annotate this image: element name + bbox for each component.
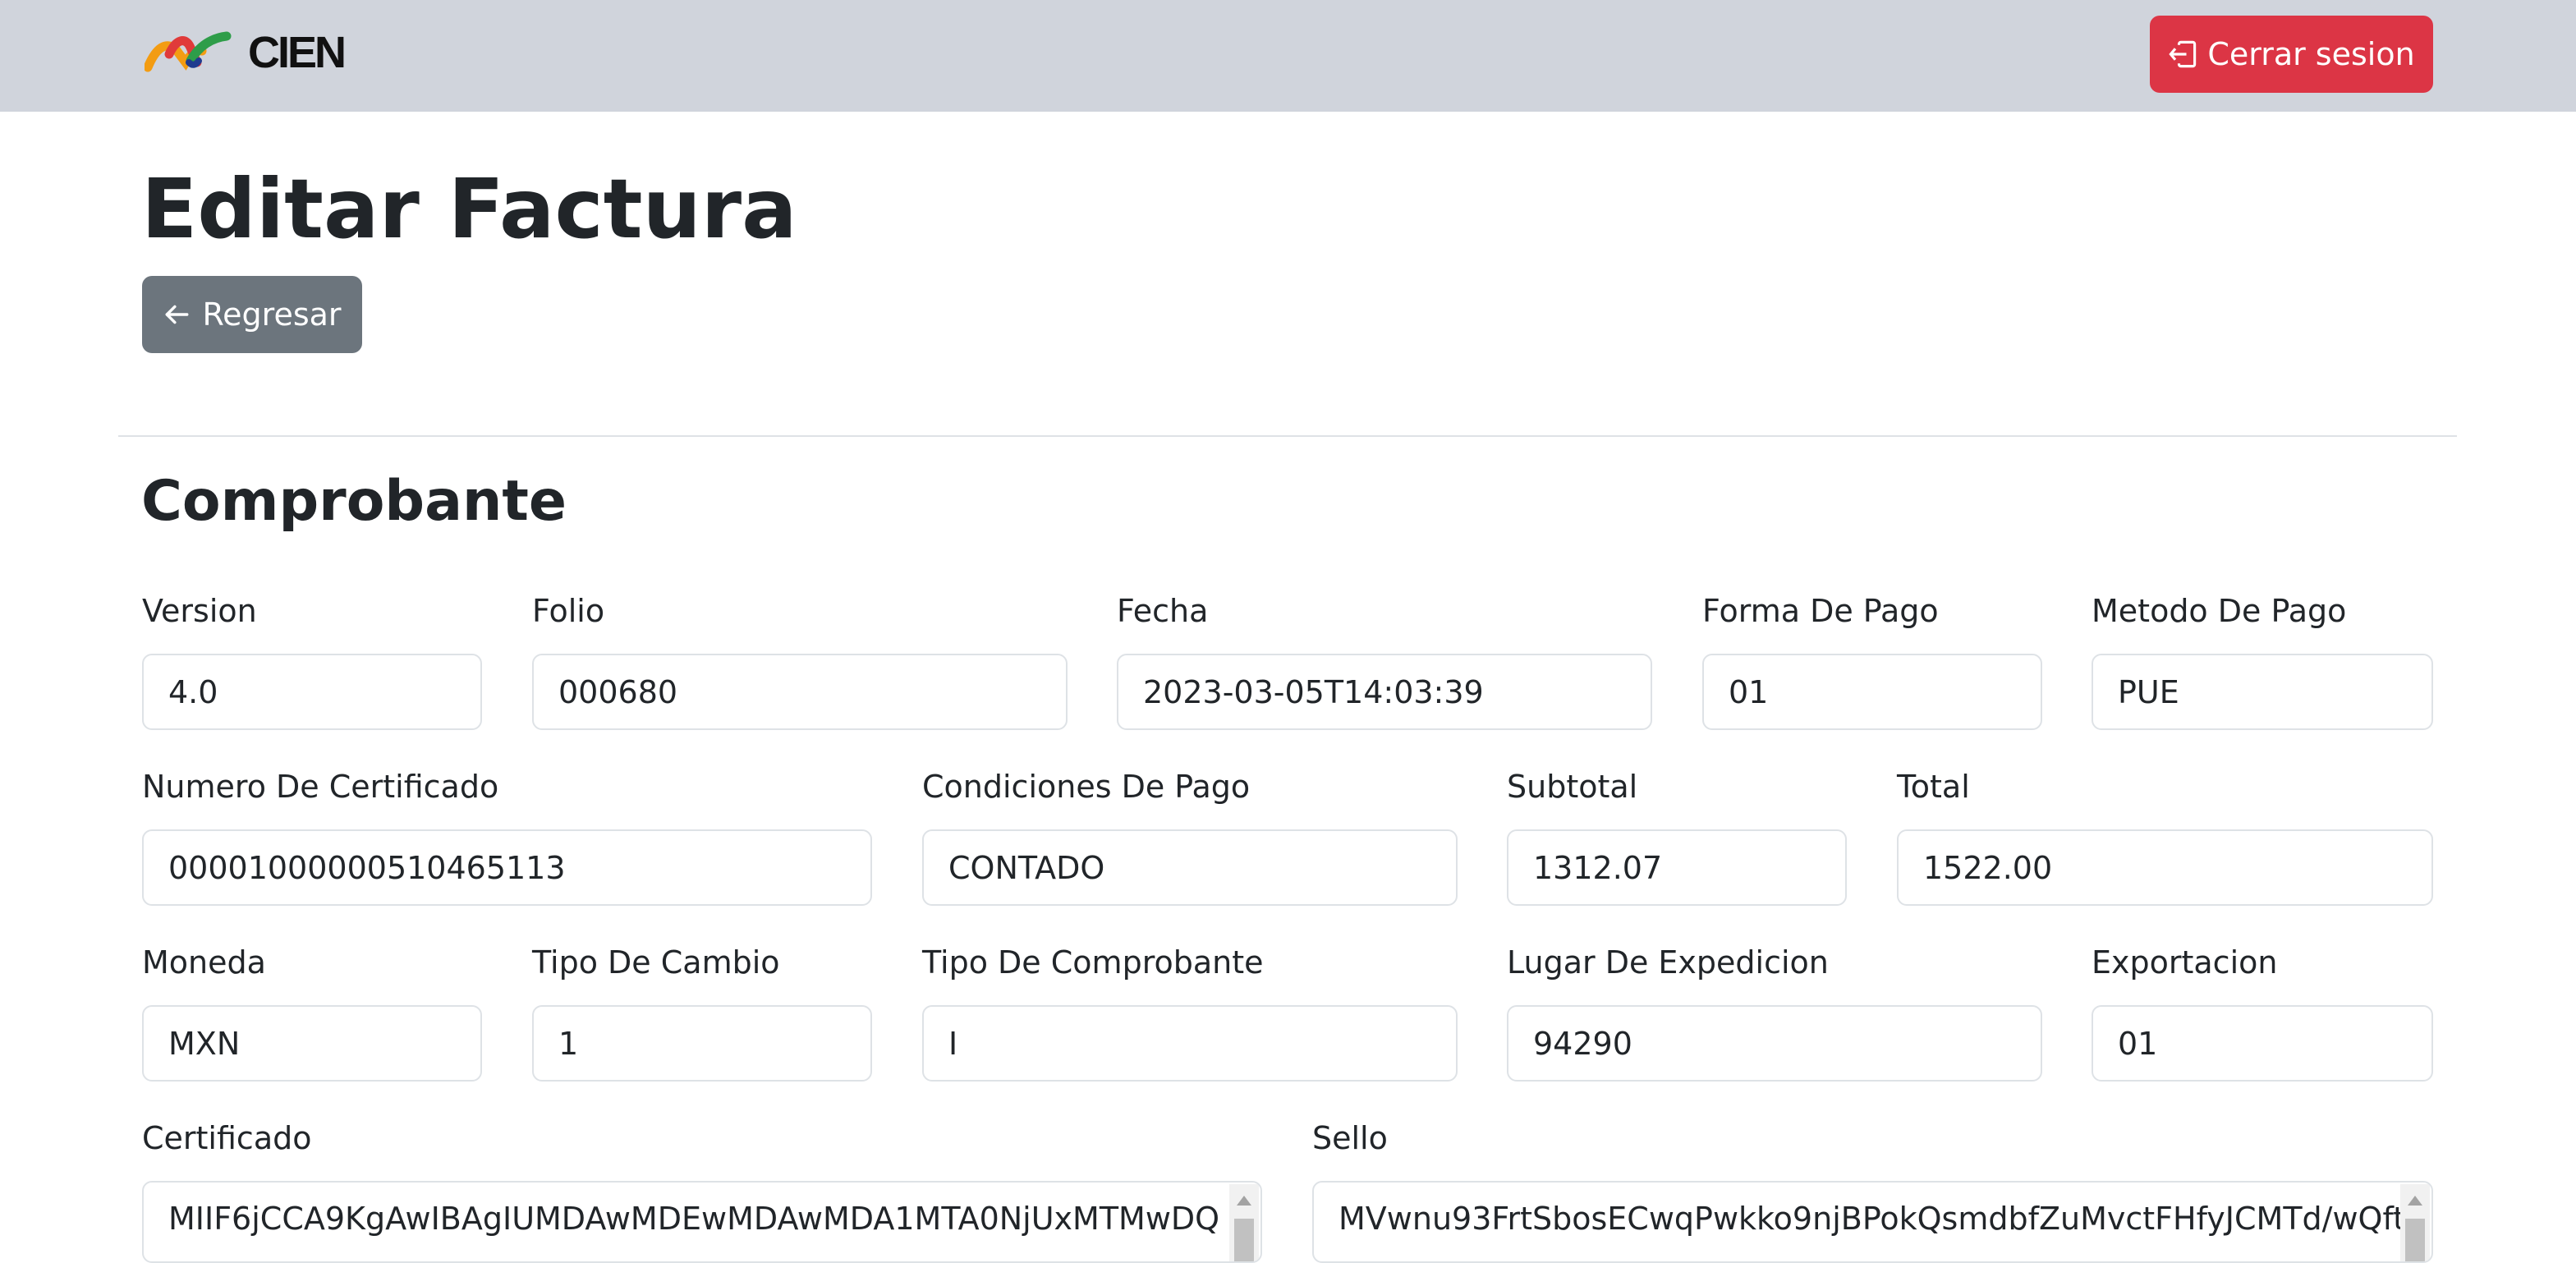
- section-divider: [118, 435, 2457, 437]
- cien-logo[interactable]: CIEN: [145, 28, 347, 77]
- forma-de-pago-label: Forma De Pago: [1702, 593, 1939, 629]
- tipo-de-cambio-label: Tipo De Cambio: [532, 944, 780, 981]
- folio-input[interactable]: 000680: [532, 654, 1068, 730]
- metodo-de-pago-input[interactable]: PUE: [2092, 654, 2433, 730]
- total-label: Total: [1897, 769, 1970, 805]
- logout-label: Cerrar sesion: [2207, 36, 2415, 72]
- numero-de-certificado-input[interactable]: 00001000000510465113: [142, 829, 872, 906]
- tipo-de-comprobante-input[interactable]: I: [922, 1005, 1458, 1082]
- exportacion-input[interactable]: 01: [2092, 1005, 2433, 1082]
- sello-label: Sello: [1312, 1120, 1388, 1156]
- fecha-label: Fecha: [1117, 593, 1209, 629]
- top-navbar: CIEN Cerrar sesion: [0, 0, 2576, 112]
- exportacion-label: Exportacion: [2092, 944, 2278, 981]
- version-input[interactable]: 4.0: [142, 654, 482, 730]
- fecha-input[interactable]: 2023-03-05T14:03:39: [1117, 654, 1652, 730]
- scroll-thumb[interactable]: [1234, 1219, 1254, 1261]
- certificado-scrollbar[interactable]: [1229, 1184, 1259, 1261]
- tipo-de-cambio-input[interactable]: 1: [532, 1005, 872, 1082]
- arrow-left-icon: [166, 305, 189, 324]
- version-label: Version: [142, 593, 257, 629]
- subtotal-input[interactable]: 1312.07: [1507, 829, 1847, 906]
- scroll-up-arrow-icon[interactable]: [1237, 1196, 1251, 1206]
- sello-scrollbar[interactable]: [2400, 1184, 2430, 1261]
- metodo-de-pago-label: Metodo De Pago: [2092, 593, 2347, 629]
- lugar-de-expedicion-input[interactable]: 94290: [1507, 1005, 2042, 1082]
- lugar-de-expedicion-label: Lugar De Expedicion: [1507, 944, 1829, 981]
- condiciones-de-pago-label: Condiciones De Pago: [922, 769, 1251, 805]
- sello-textarea[interactable]: MVwnu93FrtSbosECwqPwkko9njBPokQsmdbfZuMv…: [1312, 1181, 2433, 1263]
- logout-button[interactable]: Cerrar sesion: [2150, 16, 2433, 93]
- logout-icon: [2169, 40, 2197, 68]
- scroll-thumb[interactable]: [2405, 1219, 2425, 1261]
- subtotal-label: Subtotal: [1507, 769, 1638, 805]
- section-title-comprobante: Comprobante: [141, 469, 567, 534]
- sello-text: MVwnu93FrtSbosECwqPwkko9njBPokQsmdbfZuMv…: [1339, 1201, 2414, 1237]
- folio-label: Folio: [532, 593, 605, 629]
- scroll-up-arrow-icon[interactable]: [2408, 1196, 2422, 1206]
- numero-de-certificado-label: Numero De Certificado: [142, 769, 499, 805]
- condiciones-de-pago-input[interactable]: CONTADO: [922, 829, 1458, 906]
- moneda-input[interactable]: MXN: [142, 1005, 482, 1082]
- forma-de-pago-input[interactable]: 01: [1702, 654, 2042, 730]
- back-label: Regresar: [202, 296, 342, 333]
- logo-text: CIEN: [248, 28, 347, 77]
- total-input[interactable]: 1522.00: [1897, 829, 2433, 906]
- moneda-label: Moneda: [142, 944, 266, 981]
- cien-logo-mark-icon: [145, 31, 232, 72]
- page-title: Editar Factura: [141, 161, 797, 257]
- certificado-textarea[interactable]: MIIF6jCCA9KgAwIBAgIUMDAwMDEwMDAwMDA1MTA0…: [142, 1181, 1262, 1263]
- tipo-de-comprobante-label: Tipo De Comprobante: [922, 944, 1264, 981]
- back-button[interactable]: Regresar: [142, 276, 362, 353]
- certificado-label: Certificado: [142, 1120, 312, 1156]
- certificado-text: MIIF6jCCA9KgAwIBAgIUMDAwMDEwMDAwMDA1MTA0…: [168, 1201, 1220, 1237]
